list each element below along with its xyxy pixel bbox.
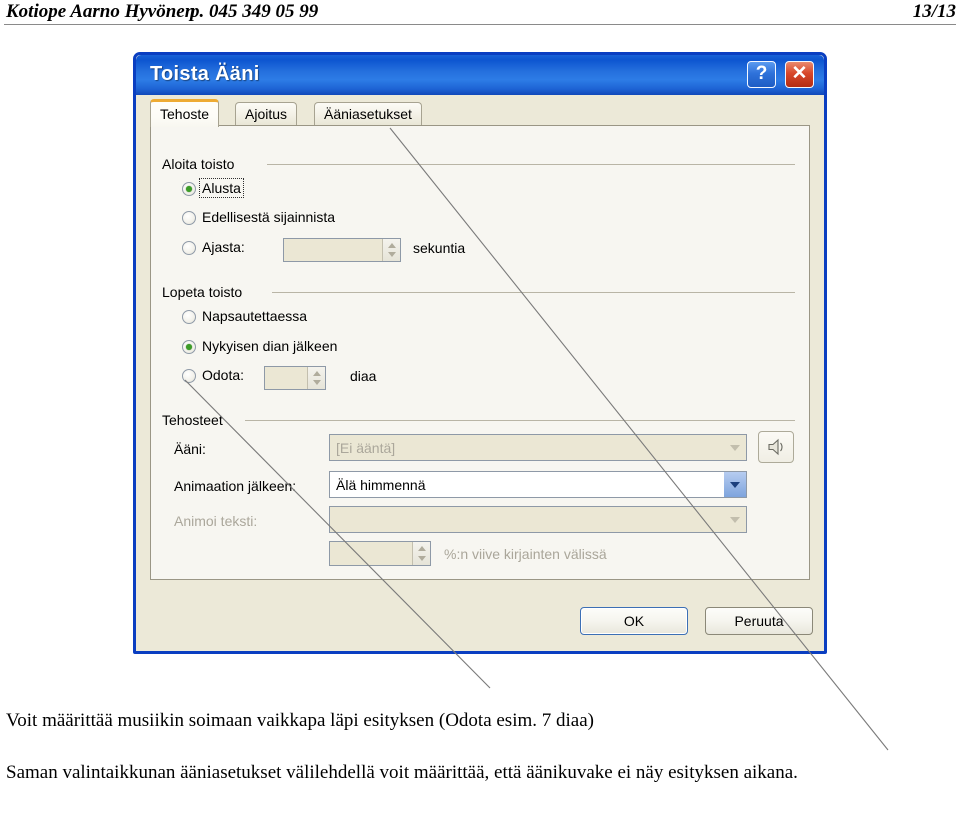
tab-tehoste[interactable]: Tehoste <box>150 99 220 127</box>
radio-label-nykyisen-dian-jalkeen: Nykyisen dian jälkeen <box>202 338 338 354</box>
odota-slides-input[interactable] <box>265 367 307 389</box>
ajasta-seconds-stepper[interactable] <box>283 238 401 262</box>
after-animation-combo-value: Älä himmennä <box>336 476 426 493</box>
letter-delay-stepper[interactable] <box>329 541 431 566</box>
header-divider <box>4 24 956 25</box>
chevron-up-icon[interactable] <box>312 371 321 376</box>
radio-label-ajasta: Ajasta: <box>202 239 245 255</box>
header-author: Kotiope Aarno Hyvönen <box>6 1 196 22</box>
ajasta-seconds-input[interactable] <box>284 239 382 261</box>
odota-slides-spin-buttons[interactable] <box>307 367 325 389</box>
chevron-down-icon[interactable] <box>312 380 321 385</box>
radio-odota-indicator[interactable] <box>182 369 196 383</box>
cancel-button[interactable]: Peruuta <box>705 607 813 635</box>
sound-combo-value: [Ei ääntä] <box>336 439 396 456</box>
dialog-title: Toista Ääni <box>150 63 260 85</box>
label-letter-delay: %:n viive kirjainten välissä <box>444 546 607 562</box>
label-diaa: diaa <box>350 368 377 384</box>
ok-button[interactable]: OK <box>580 607 688 635</box>
group-rule-aloita-toisto <box>267 164 795 165</box>
close-icon[interactable]: ✕ <box>785 61 814 88</box>
speaker-icon <box>768 438 783 456</box>
tab-ajoitus[interactable]: Ajoitus <box>235 102 298 125</box>
chevron-down-icon[interactable] <box>724 507 746 532</box>
odota-slides-stepper[interactable] <box>264 366 326 390</box>
chevron-up-icon[interactable] <box>387 243 396 248</box>
radio-alusta-indicator[interactable] <box>182 182 196 196</box>
label-aani: Ääni: <box>174 441 206 457</box>
speaker-icon-button[interactable] <box>758 431 794 463</box>
animate-text-combo[interactable] <box>329 506 747 533</box>
label-animaation-jalkeen: Animaation jälkeen: <box>174 478 297 494</box>
help-icon[interactable]: ? <box>747 61 776 88</box>
radio-nykyisen-dian-jalkeen-indicator[interactable] <box>182 340 196 354</box>
chevron-down-icon[interactable] <box>724 435 746 460</box>
label-sekuntia: sekuntia <box>413 240 466 256</box>
dialog-titlebar[interactable]: Toista Ääni ? ✕ <box>136 55 824 95</box>
chevron-up-icon[interactable] <box>417 546 426 551</box>
header-phone: p. 045 349 05 99 <box>190 1 319 22</box>
radio-label-edellisesta-sijainnista: Edellisestä sijainnista <box>202 209 336 225</box>
chevron-down-icon[interactable] <box>724 472 746 497</box>
chevron-down-icon[interactable] <box>387 252 396 257</box>
radio-label-odota: Odota: <box>202 367 245 383</box>
sound-combo[interactable]: [Ei ääntä] <box>329 434 747 461</box>
chevron-down-icon[interactable] <box>417 556 426 561</box>
group-rule-tehosteet <box>245 420 795 421</box>
play-sound-dialog: Toista Ääni ? ✕ Tehoste Ajoitus Ääniaset… <box>133 52 827 654</box>
paragraph-1: Voit määrittää musiikin soimaan vaikkapa… <box>6 710 594 731</box>
letter-delay-spin-buttons[interactable] <box>412 542 430 565</box>
ajasta-seconds-spin-buttons[interactable] <box>382 239 400 261</box>
radio-napsautettaessa-indicator[interactable] <box>182 310 196 324</box>
paragraph-2: Saman valintaikkunan ääniasetukset välil… <box>6 762 798 783</box>
group-label-tehosteet: Tehosteet <box>162 412 223 428</box>
group-rule-lopeta-toisto <box>272 292 795 293</box>
tab-aaniasetukset[interactable]: Ääniasetukset <box>314 102 422 125</box>
group-label-lopeta-toisto: Lopeta toisto <box>162 284 243 300</box>
header-page-number: 13/13 <box>912 1 956 22</box>
group-label-aloita-toisto: Aloita toisto <box>162 156 235 172</box>
letter-delay-input[interactable] <box>330 542 412 565</box>
radio-label-alusta: Alusta <box>199 178 244 198</box>
radio-label-napsautettaessa: Napsautettaessa <box>202 308 308 324</box>
radio-ajasta-indicator[interactable] <box>182 241 196 255</box>
label-animoi-teksti: Animoi teksti: <box>174 513 258 529</box>
after-animation-combo[interactable]: Älä himmennä <box>329 471 747 498</box>
tab-page-tehoste: Aloita toisto Alusta Edellisestä sijainn… <box>150 125 810 580</box>
radio-edellisesta-sijainnista-indicator[interactable] <box>182 211 196 225</box>
document-header: Kotiope Aarno Hyvönen p. 045 349 05 99 1… <box>0 0 960 26</box>
